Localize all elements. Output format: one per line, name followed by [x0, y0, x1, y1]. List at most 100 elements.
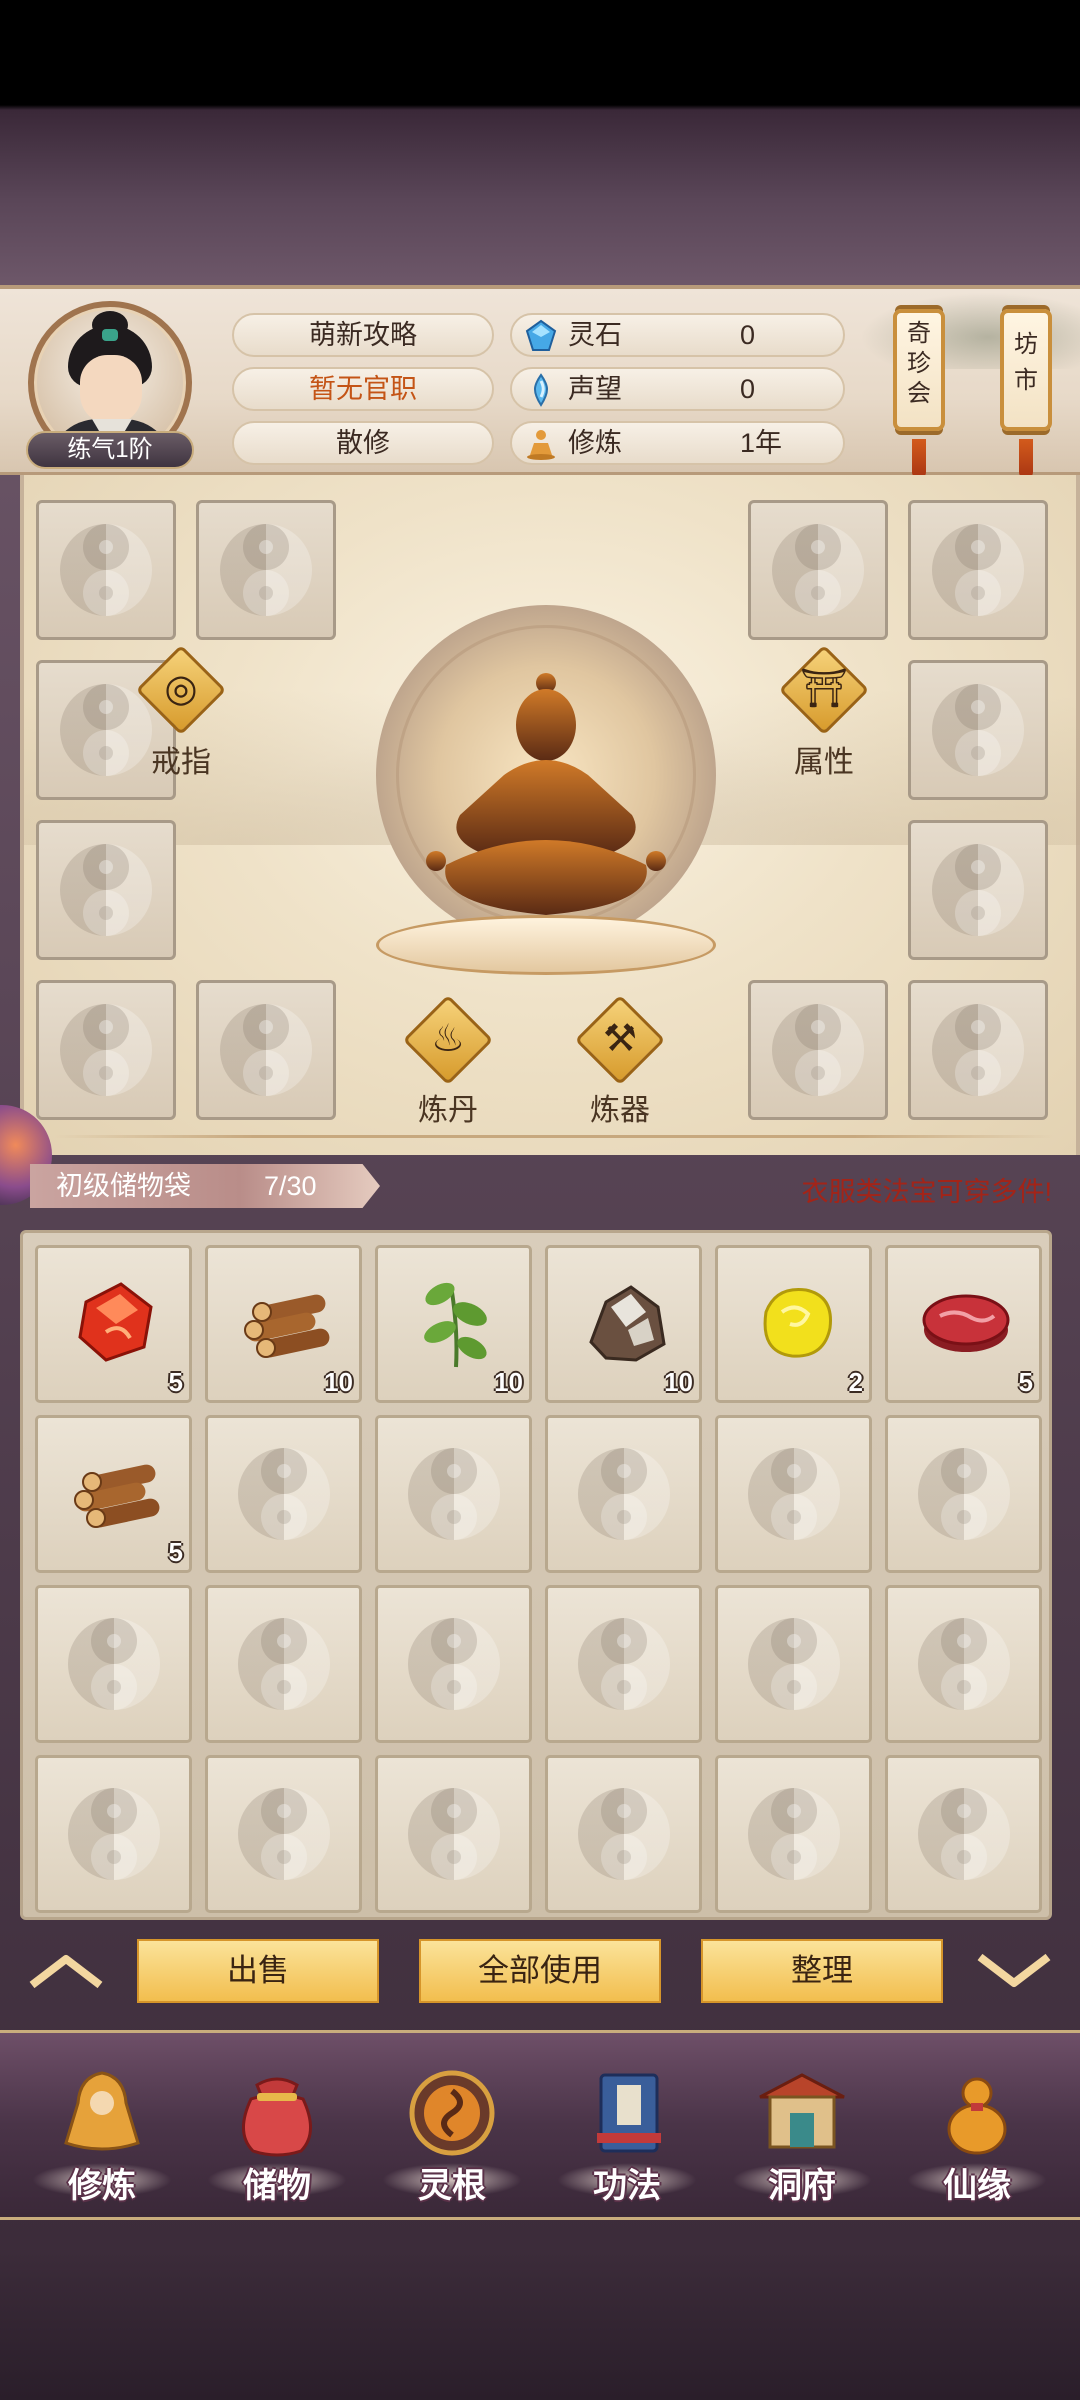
tassel-icon [912, 439, 926, 479]
equip-slot[interactable] [908, 500, 1048, 640]
spirit-stone-value: 0 [740, 320, 756, 350]
bag-empty-slot[interactable] [205, 1755, 362, 1913]
yin-yang-icon [407, 1788, 500, 1880]
official-post-label[interactable]: 暂无官职 [232, 367, 494, 411]
nav-cultivate-label: 修炼 [68, 2167, 136, 2205]
ring-slot-button[interactable]: ◎ [135, 644, 227, 736]
item-count: 5 [168, 1537, 183, 1567]
bag-item-slot[interactable]: 10 [205, 1245, 362, 1403]
yin-yang-icon [220, 524, 312, 616]
technique-book-icon [597, 2073, 661, 2153]
cultivation-value: 1年 [740, 428, 783, 458]
yin-yang-icon [772, 524, 864, 616]
scroll-up-chevron-icon[interactable] [26, 1951, 106, 1991]
red-gem-icon [78, 1282, 153, 1362]
bag-item-slot[interactable]: 5 [885, 1245, 1042, 1403]
nav-technique[interactable]: 功法 [547, 2053, 707, 2213]
forge-button[interactable]: ⚒ [574, 994, 666, 1086]
wood-logs-icon [244, 1294, 330, 1358]
bag-title-banner[interactable]: 初级储物袋 7/30 [30, 1164, 380, 1208]
newbie-guide-button[interactable]: 萌新攻略 [232, 313, 494, 357]
nav-immortal-fate[interactable]: 仙缘 [897, 2053, 1057, 2213]
yin-yang-icon [932, 684, 1024, 776]
item-count: 10 [324, 1367, 353, 1397]
bottom-nav: 修炼 储物 灵根 功法 洞府 仙缘 [0, 2030, 1080, 2220]
immortal-fate-icon [947, 2077, 1007, 2155]
prestige-icon [534, 373, 548, 407]
yin-yang-icon [932, 1004, 1024, 1096]
equip-slot[interactable] [196, 500, 336, 640]
bag-name: 初级储物袋 [56, 1171, 191, 1201]
bag-item-slot[interactable]: 10 [375, 1245, 532, 1403]
nav-spirit-root[interactable]: 灵根 [372, 2053, 532, 2213]
sort-button[interactable]: 整理 [701, 1939, 943, 2003]
nav-cave-label: 洞府 [768, 2167, 836, 2205]
sell-button[interactable]: 出售 [137, 1939, 379, 2003]
bag-empty-slot[interactable] [885, 1585, 1042, 1743]
nav-cultivate[interactable]: 修炼 [22, 2053, 182, 2213]
storage-bag-icon [242, 2077, 312, 2157]
bag-empty-slot[interactable] [375, 1585, 532, 1743]
nav-cave[interactable]: 洞府 [722, 2053, 882, 2213]
bag-empty-slot[interactable] [35, 1585, 192, 1743]
bag-grid: 5 10 10 10 2 5 5 [20, 1230, 1052, 1920]
attributes-label: 属性 [794, 746, 854, 779]
equip-slot[interactable] [36, 500, 176, 640]
bag-empty-slot[interactable] [545, 1755, 702, 1913]
market-scroll[interactable]: 坊市 [1000, 309, 1052, 431]
scroll-down-chevron-icon[interactable] [974, 1951, 1054, 1991]
player-header: 练气1阶 萌新攻略 暂无官职 散修 灵石 0 声望 0 修炼 1年 奇珍会 坊市 [0, 285, 1080, 479]
bag-empty-slot[interactable] [885, 1755, 1042, 1913]
bag-actions: 出售 全部使用 整理 [0, 1935, 1080, 2015]
ring-label: 戒指 [151, 746, 211, 779]
alchemy-button[interactable]: ♨ [402, 994, 494, 1086]
yin-yang-icon [932, 844, 1024, 936]
use-all-button[interactable]: 全部使用 [419, 1939, 661, 2003]
meditating-cultivator-icon [426, 673, 666, 915]
yin-yang-icon [577, 1788, 670, 1880]
bag-item-slot[interactable]: 2 [715, 1245, 872, 1403]
bag-item-slot[interactable]: 5 [35, 1245, 192, 1403]
yin-yang-icon [60, 524, 152, 616]
treasure-auction-scroll[interactable]: 奇珍会 [893, 309, 945, 431]
sect-label[interactable]: 散修 [232, 421, 494, 465]
equip-slot[interactable] [36, 980, 176, 1120]
bag-empty-slot[interactable] [545, 1415, 702, 1573]
equip-slot[interactable] [908, 980, 1048, 1120]
spirit-stone-label: 灵石 [568, 320, 622, 350]
spirit-stone-icon [525, 319, 557, 351]
prestige-row: 声望 0 [510, 367, 845, 411]
nav-technique-label: 功法 [593, 2167, 661, 2205]
bag-empty-slot[interactable] [205, 1585, 362, 1743]
cultivation-label: 修炼 [568, 428, 622, 458]
equip-slot[interactable] [748, 500, 888, 640]
equip-slot[interactable] [196, 980, 336, 1120]
ring-icon: ◎ [164, 668, 198, 710]
bag-item-slot[interactable]: 10 [545, 1245, 702, 1403]
yin-yang-icon [407, 1618, 500, 1710]
prestige-label: 声望 [568, 374, 622, 404]
nav-immortal-fate-label: 仙缘 [943, 2167, 1011, 2205]
equip-slot[interactable] [908, 660, 1048, 800]
prestige-value: 0 [740, 374, 756, 404]
equip-slot[interactable] [908, 820, 1048, 960]
equip-slot[interactable] [748, 980, 888, 1120]
yin-yang-icon [747, 1448, 840, 1540]
item-count: 10 [664, 1367, 693, 1397]
bag-empty-slot[interactable] [375, 1415, 532, 1573]
bag-empty-slot[interactable] [715, 1585, 872, 1743]
bag-hint-text: 衣服类法宝可穿多件! [801, 1177, 1052, 1207]
attributes-button[interactable]: ⛩ [778, 644, 870, 736]
bag-empty-slot[interactable] [885, 1415, 1042, 1573]
bag-empty-slot[interactable] [35, 1755, 192, 1913]
bag-empty-slot[interactable] [375, 1755, 532, 1913]
yin-yang-icon [747, 1788, 840, 1880]
bag-empty-slot[interactable] [715, 1755, 872, 1913]
equip-slot[interactable] [36, 820, 176, 960]
bag-empty-slot[interactable] [715, 1415, 872, 1573]
nav-storage[interactable]: 储物 [197, 2053, 357, 2213]
treasure-auction-label: 奇珍会 [907, 320, 931, 407]
bag-item-slot[interactable]: 5 [35, 1415, 192, 1573]
bag-empty-slot[interactable] [545, 1585, 702, 1743]
bag-empty-slot[interactable] [205, 1415, 362, 1573]
